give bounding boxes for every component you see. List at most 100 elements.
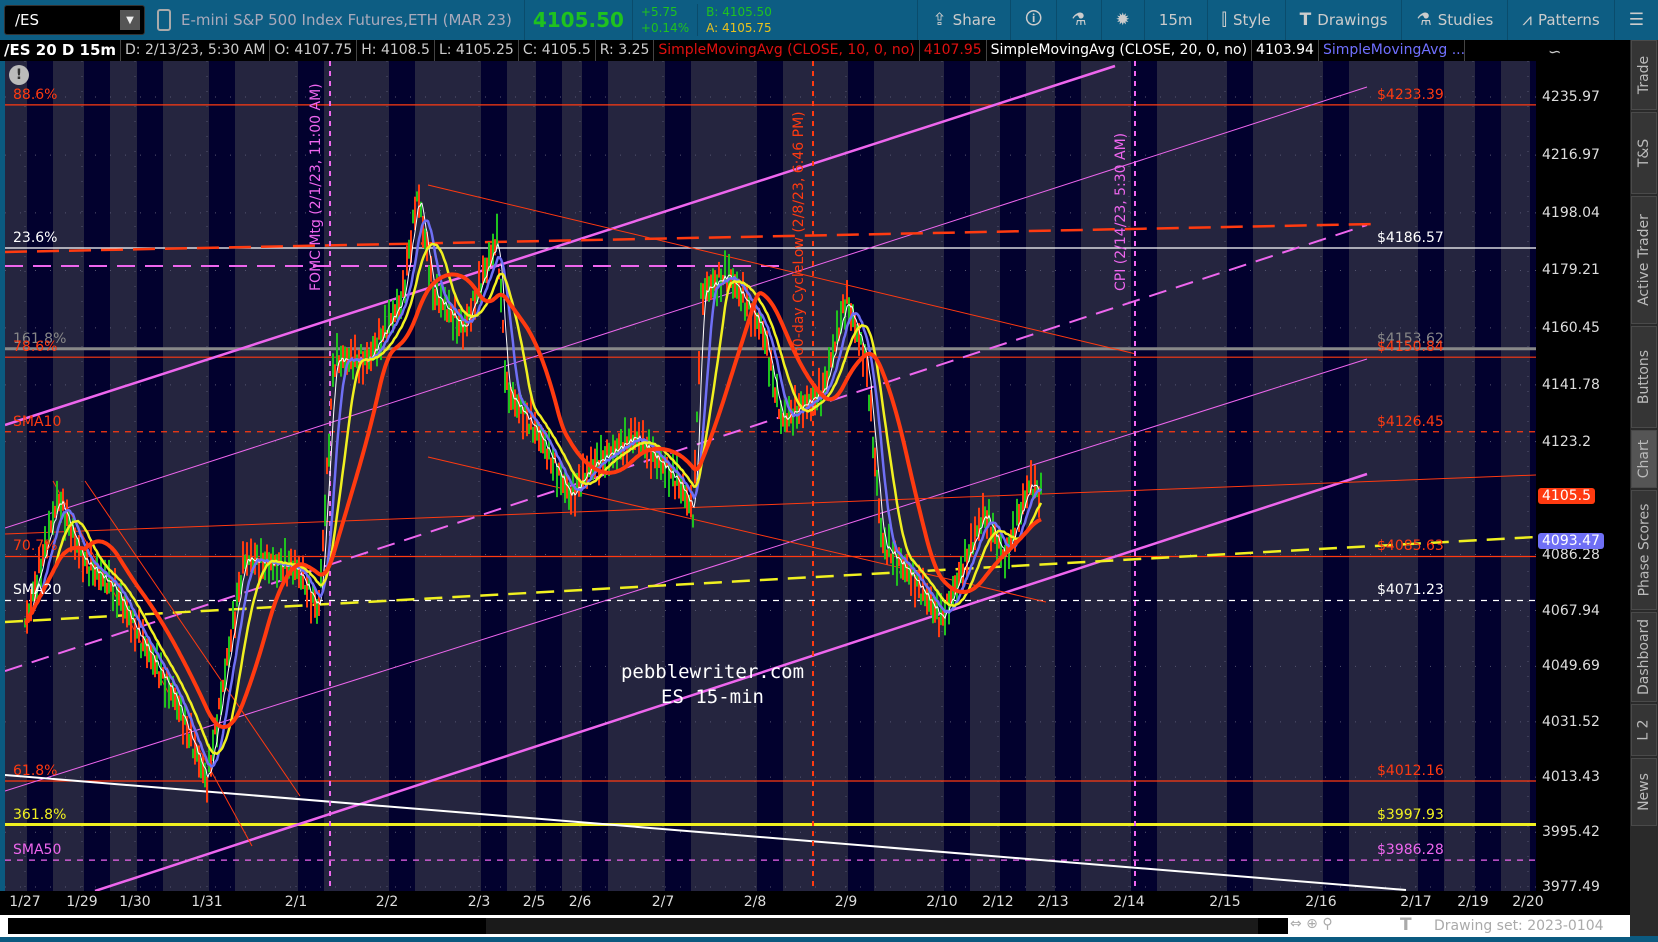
level-price-label: $4126.45 [1377,413,1444,430]
bar-open: O: 4107.75 [270,40,358,61]
price-tick: 4160.45 [1542,319,1600,336]
alert-icon[interactable]: ! [9,65,29,85]
date-tick: 2/9 [834,894,858,910]
price-badge: 4093.47 [1538,532,1604,549]
chart-area[interactable]: 88.6% $4233.39 23.6% $4186.57 161.8% $4153.62… [5,61,1536,891]
zoom-tools-icon[interactable]: ⇔ ⊕ ⚲ [1290,916,1333,932]
timeframe-button[interactable]: 15m [1143,0,1207,40]
date-tick: 2/14 [1113,894,1145,910]
overnight-session-stripe [84,61,110,891]
watermark-label: ES 15-min [661,686,764,708]
level-label: 61.8% [13,763,58,780]
share-label: Share [952,11,996,29]
overnight-session-stripe [481,61,507,891]
level-price-label: $4012.16 [1377,763,1444,780]
studies-button[interactable]: ⚗ Studies [1401,0,1507,40]
percent-change: +0.14% [640,21,690,35]
chart-canvas[interactable] [5,61,1536,891]
timeframe-label: 15m [1158,11,1193,29]
sidebar-tab-news[interactable]: News [1631,758,1657,826]
sidebar-tab-t-s[interactable]: T&S [1631,112,1657,194]
level-price-label: $4233.39 [1377,86,1444,103]
date-tick: 1/31 [191,894,223,910]
settings-button[interactable]: ✹ [1100,0,1144,40]
sidebar-tab-label: L 2 [1635,719,1652,741]
info-button[interactable]: 🛈 [1009,0,1056,40]
date-tick: 1/30 [119,894,151,910]
top-toolbar: /ES ▼ E-mini S&P 500 Index Futures,ETH (M… [0,0,1658,40]
overnight-session-stripe [757,61,783,891]
share-button[interactable]: ⇪ Share [917,0,1010,40]
overnight-session-stripe [848,61,874,891]
date-axis[interactable]: 1/27 1/29 1/30 1/31 2/1 2/2 2/3 2/5 2/6 2/7 2/8 2/9… [0,891,1630,915]
date-tick: 2/13 [1037,894,1069,910]
text-t-icon[interactable]: T [1400,915,1412,935]
date-tick: 2/19 [1457,894,1489,910]
sma10-study[interactable]: SimpleMovingAvg (CLOSE, 10, 0, no) [654,40,920,61]
date-tick: 2/7 [651,894,675,910]
sidebar-tab-label: News [1636,773,1652,811]
scale-icon[interactable]: ∽ [1548,42,1561,61]
bar-low: L: 4105.25 [435,40,519,61]
sma20-value: 4103.94 [1252,40,1319,61]
sidebar-tab-phase-scores[interactable]: Phase Scores [1631,490,1657,610]
pattern-icon: ⩘ [1522,10,1532,30]
chart-info-bar: /ES 20 D 15m D: 2/13/23, 5:30 AM O: 4107… [0,40,1630,61]
sidebar-tab-chart[interactable]: Chart [1631,430,1657,488]
patterns-label: Patterns [1537,11,1600,29]
sidebar-tab-l-2[interactable]: L 2 [1631,704,1657,756]
overnight-session-stripe [137,61,163,891]
event-label: 60-day CycleLow (2/8/23, 6:46 PM) [791,111,807,356]
price-axis[interactable]: 4235.97 4216.97 4198.04 4179.21 4160.45 4141.… [1536,61,1630,895]
overnight-session-stripe [1227,61,1253,891]
date-tick: 1/29 [66,894,98,910]
level-label: 70.7% [13,538,58,555]
date-tick: 2/17 [1400,894,1432,910]
sidebar-tab-buttons[interactable]: Buttons [1631,326,1657,428]
link-icon[interactable] [157,9,171,31]
level-label: SMA20 [13,582,62,599]
price-tick: 4198.04 [1542,204,1600,221]
overnight-session-stripe [389,61,415,891]
instrument-description: E-mini S&P 500 Index Futures,ETH (MAR 23… [181,0,525,40]
study-line-sma20 [24,219,1043,768]
sma10-value: 4107.95 [920,40,987,61]
price-tick: 4031.52 [1542,713,1600,730]
date-tick: 2/1 [284,894,308,910]
price-tick: 4086.28 [1542,546,1600,563]
style-button[interactable]: ⫿ Style [1206,0,1285,40]
date-tick: 2/2 [375,894,399,910]
sidebar-tab-dashboard[interactable]: Dashboard [1631,612,1657,702]
overnight-session-stripe [1000,61,1026,891]
symbol-selector[interactable]: /ES ▼ [4,5,145,35]
date-tick: 2/5 [522,894,546,910]
bar-range: R: 3.25 [596,40,655,61]
bid-ask: B: 4105.50 A: 4105.75 [698,4,780,36]
sidebar-tab-label: Active Trader [1636,214,1652,306]
studies-label: Studies [1437,11,1494,29]
flask-button[interactable]: ⚗ [1056,0,1100,40]
bar-date: D: 2/13/23, 5:30 AM [121,40,271,61]
date-tick: 2/10 [926,894,958,910]
sidebar-tab-trade[interactable]: Trade [1631,40,1657,110]
last-price: 4105.50 [525,0,633,40]
chevron-down-icon[interactable]: ▼ [120,10,140,30]
scrollbar-thumb[interactable] [486,918,1258,934]
patterns-button[interactable]: ⩘ Patterns [1507,0,1613,40]
sidebar-tab-active-trader[interactable]: Active Trader [1631,196,1657,324]
drawings-button[interactable]: T Drawings [1284,0,1402,40]
menu-button[interactable]: ☰ [1613,0,1658,40]
chart-symbol[interactable]: /ES 20 D 15m [0,40,122,61]
sma20-study[interactable]: SimpleMovingAvg (CLOSE, 20, 0, no) [987,40,1253,61]
level-label: SMA10 [13,413,62,430]
level-price-label: $4085.63 [1377,538,1444,555]
price-tick: 3995.42 [1542,824,1600,841]
level-price-label: $4150.84 [1377,339,1444,356]
drawing-set-label[interactable]: Drawing set: 2023-0104 [1434,918,1604,934]
level-label: 23.6% [13,229,58,246]
symbol-value: /ES [15,11,40,29]
price-tick: 4067.94 [1542,602,1600,619]
sma-study-truncated[interactable]: SimpleMovingAvg ... [1319,40,1465,61]
sidebar-tab-label: T&S [1636,138,1653,168]
watermark-site: pebblewriter.com [620,661,805,683]
